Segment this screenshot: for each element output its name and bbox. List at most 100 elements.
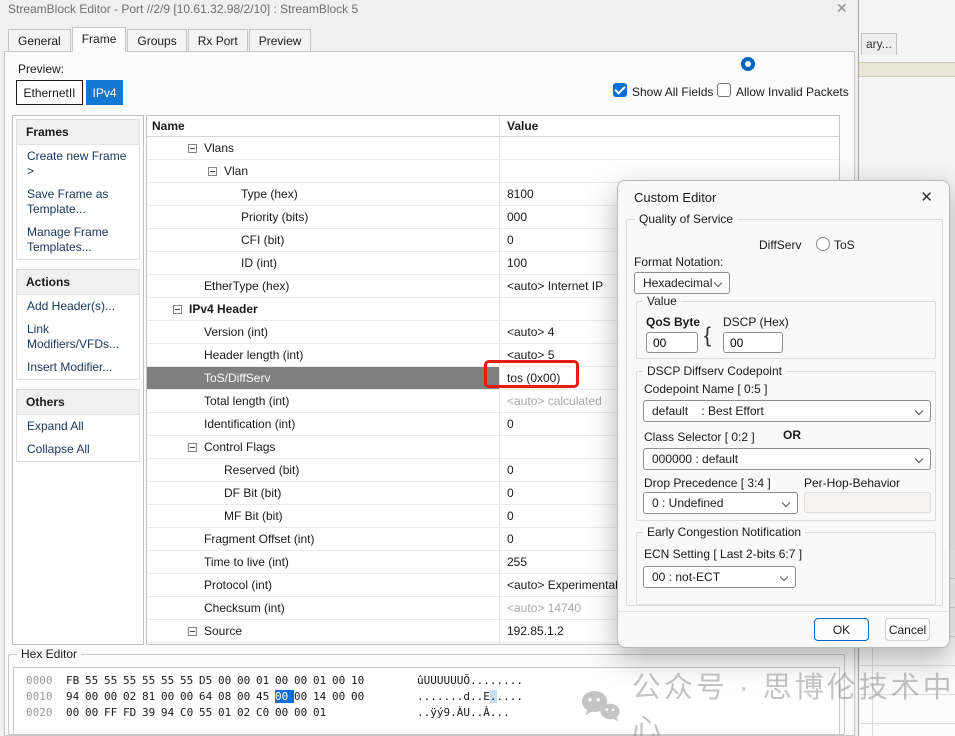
preview-header-ethernetii-button[interactable]: EthernetII (16, 80, 83, 105)
hex-byte[interactable]: 02 (237, 706, 256, 719)
hex-byte[interactable]: 55 (180, 674, 199, 687)
tree-node-name-cell[interactable]: ID (int) (147, 252, 499, 274)
hex-byte[interactable]: 55 (123, 674, 142, 687)
tree-node-value-cell[interactable] (499, 137, 839, 159)
allow-invalid-packets-checkbox[interactable] (717, 83, 731, 97)
tree-node-name-cell[interactable]: Header length (int) (147, 344, 499, 366)
sidebar-link[interactable]: Create new Frame > (17, 145, 139, 183)
hex-byte[interactable]: 00 (237, 690, 256, 703)
hex-byte[interactable]: 00 (104, 690, 123, 703)
hex-byte[interactable]: 55 (161, 674, 180, 687)
tree-node-name-cell[interactable]: Priority (bits) (147, 206, 499, 228)
tree-node-name-cell[interactable]: Fragment Offset (int) (147, 528, 499, 550)
ok-button[interactable]: OK (814, 618, 869, 641)
hex-row[interactable]: 001094000002810000640800450000140000....… (14, 690, 839, 706)
collapse-expander-icon[interactable] (173, 305, 182, 314)
hex-byte[interactable]: 00 (85, 690, 104, 703)
tree-node-name-cell[interactable]: DF Bit (bit) (147, 482, 499, 504)
tab-frame[interactable]: Frame (72, 27, 127, 52)
tree-node-name-cell[interactable]: Vlans (147, 137, 499, 159)
tab-preview[interactable]: Preview (249, 29, 312, 51)
collapse-expander-icon[interactable] (208, 167, 217, 176)
hex-byte[interactable]: C0 (256, 706, 275, 719)
preview-header-ipv4-button[interactable]: IPv4 (86, 80, 123, 105)
hex-byte[interactable]: 55 (199, 706, 218, 719)
hex-byte[interactable]: 55 (104, 674, 123, 687)
hex-byte[interactable]: 00 (275, 690, 294, 703)
hex-byte[interactable]: 64 (199, 690, 218, 703)
hex-byte[interactable]: 00 (161, 690, 180, 703)
hex-byte[interactable]: 00 (294, 690, 313, 703)
hex-byte[interactable]: 10 (351, 674, 370, 687)
hex-byte[interactable]: 45 (256, 690, 275, 703)
hex-byte[interactable]: 00 (275, 674, 294, 687)
tree-node-value-cell[interactable] (499, 160, 839, 182)
tree-node-name-cell[interactable]: Source (147, 620, 499, 642)
sidebar-link[interactable]: Collapse All (17, 438, 139, 461)
hex-byte[interactable]: FB (66, 674, 85, 687)
hex-byte[interactable]: 81 (142, 690, 161, 703)
tree-node-name-cell[interactable]: Version (int) (147, 321, 499, 343)
sidebar-link[interactable]: Expand All (17, 415, 139, 438)
hex-byte[interactable]: 00 (218, 674, 237, 687)
collapse-expander-icon[interactable] (188, 627, 197, 636)
sidebar-link[interactable]: Link Modifiers/VFDs... (17, 318, 139, 356)
hex-byte[interactable]: D5 (199, 674, 218, 687)
hex-byte[interactable]: 01 (313, 706, 332, 719)
tree-node-name-cell[interactable]: IPv4 Header (147, 298, 499, 320)
hex-byte[interactable]: 94 (66, 690, 85, 703)
hex-byte[interactable]: 00 (180, 690, 199, 703)
hex-byte[interactable]: 00 (294, 674, 313, 687)
sidebar-link[interactable]: Insert Modifier... (17, 356, 139, 379)
hex-byte[interactable]: 00 (294, 706, 313, 719)
drop-precedence-dropdown[interactable]: 0 : Undefined (643, 492, 798, 514)
hex-byte[interactable]: 94 (161, 706, 180, 719)
sidebar-link[interactable]: Save Frame as Template... (17, 183, 139, 221)
tree-node-name-cell[interactable]: Control Flags (147, 436, 499, 458)
hex-byte[interactable]: 39 (142, 706, 161, 719)
hex-byte[interactable]: 01 (313, 674, 332, 687)
tree-node-name-cell[interactable]: Type (hex) (147, 183, 499, 205)
hex-byte[interactable]: 14 (313, 690, 332, 703)
tree-node-name-cell[interactable]: Reserved (bit) (147, 459, 499, 481)
hex-byte[interactable]: 00 (85, 706, 104, 719)
class-selector-dropdown[interactable]: 000000 : default (643, 448, 931, 470)
show-all-fields-checkbox[interactable] (613, 83, 627, 97)
hex-row[interactable]: 00200000FFFD3994C0550102C0000001..ÿý9.ÀU… (14, 706, 839, 722)
hex-byte[interactable]: 55 (142, 674, 161, 687)
hex-byte[interactable]: C0 (180, 706, 199, 719)
ecn-setting-dropdown[interactable]: 00 : not-ECT (643, 566, 796, 588)
tab-general[interactable]: General (8, 29, 71, 51)
tree-node-name-cell[interactable]: MF Bit (bit) (147, 505, 499, 527)
hex-byte[interactable]: 00 (275, 706, 294, 719)
hex-byte[interactable]: 00 (237, 674, 256, 687)
tab-rx-port[interactable]: Rx Port (188, 29, 248, 51)
hex-byte[interactable]: FF (104, 706, 123, 719)
dialog-close-icon[interactable]: ✕ (920, 188, 933, 206)
hex-byte[interactable]: 08 (218, 690, 237, 703)
tree-node-name-cell[interactable]: Checksum (int) (147, 597, 499, 619)
tree-node-name-cell[interactable]: ToS/DiffServ (147, 367, 499, 389)
cancel-button[interactable]: Cancel (885, 618, 930, 641)
diffserv-radio[interactable] (741, 57, 755, 71)
background-window-tab[interactable]: ary... (861, 33, 897, 55)
tree-node-name-cell[interactable]: Vlan (147, 160, 499, 182)
hex-byte[interactable]: FD (123, 706, 142, 719)
dscp-hex-input[interactable] (723, 332, 783, 353)
hex-byte[interactable]: 00 (332, 690, 351, 703)
format-notation-dropdown[interactable]: Hexadecimal (634, 272, 730, 294)
hex-byte[interactable]: 00 (66, 706, 85, 719)
tree-node-name-cell[interactable]: Identification (int) (147, 413, 499, 435)
sidebar-link[interactable]: Add Header(s)... (17, 295, 139, 318)
hex-byte[interactable]: 01 (256, 674, 275, 687)
tree-node-name-cell[interactable]: CFI (bit) (147, 229, 499, 251)
tree-node-name-cell[interactable]: Protocol (int) (147, 574, 499, 596)
tree-node-name-cell[interactable]: Time to live (int) (147, 551, 499, 573)
collapse-expander-icon[interactable] (188, 443, 197, 452)
collapse-expander-icon[interactable] (188, 144, 197, 153)
hex-byte[interactable]: 02 (123, 690, 142, 703)
window-close-icon[interactable]: ✕ (836, 0, 848, 17)
hex-row[interactable]: 0000FB555555555555D50000010000010010ûUUU… (14, 674, 839, 690)
qos-byte-input[interactable] (646, 332, 698, 353)
tree-node-name-cell[interactable]: Total length (int) (147, 390, 499, 412)
